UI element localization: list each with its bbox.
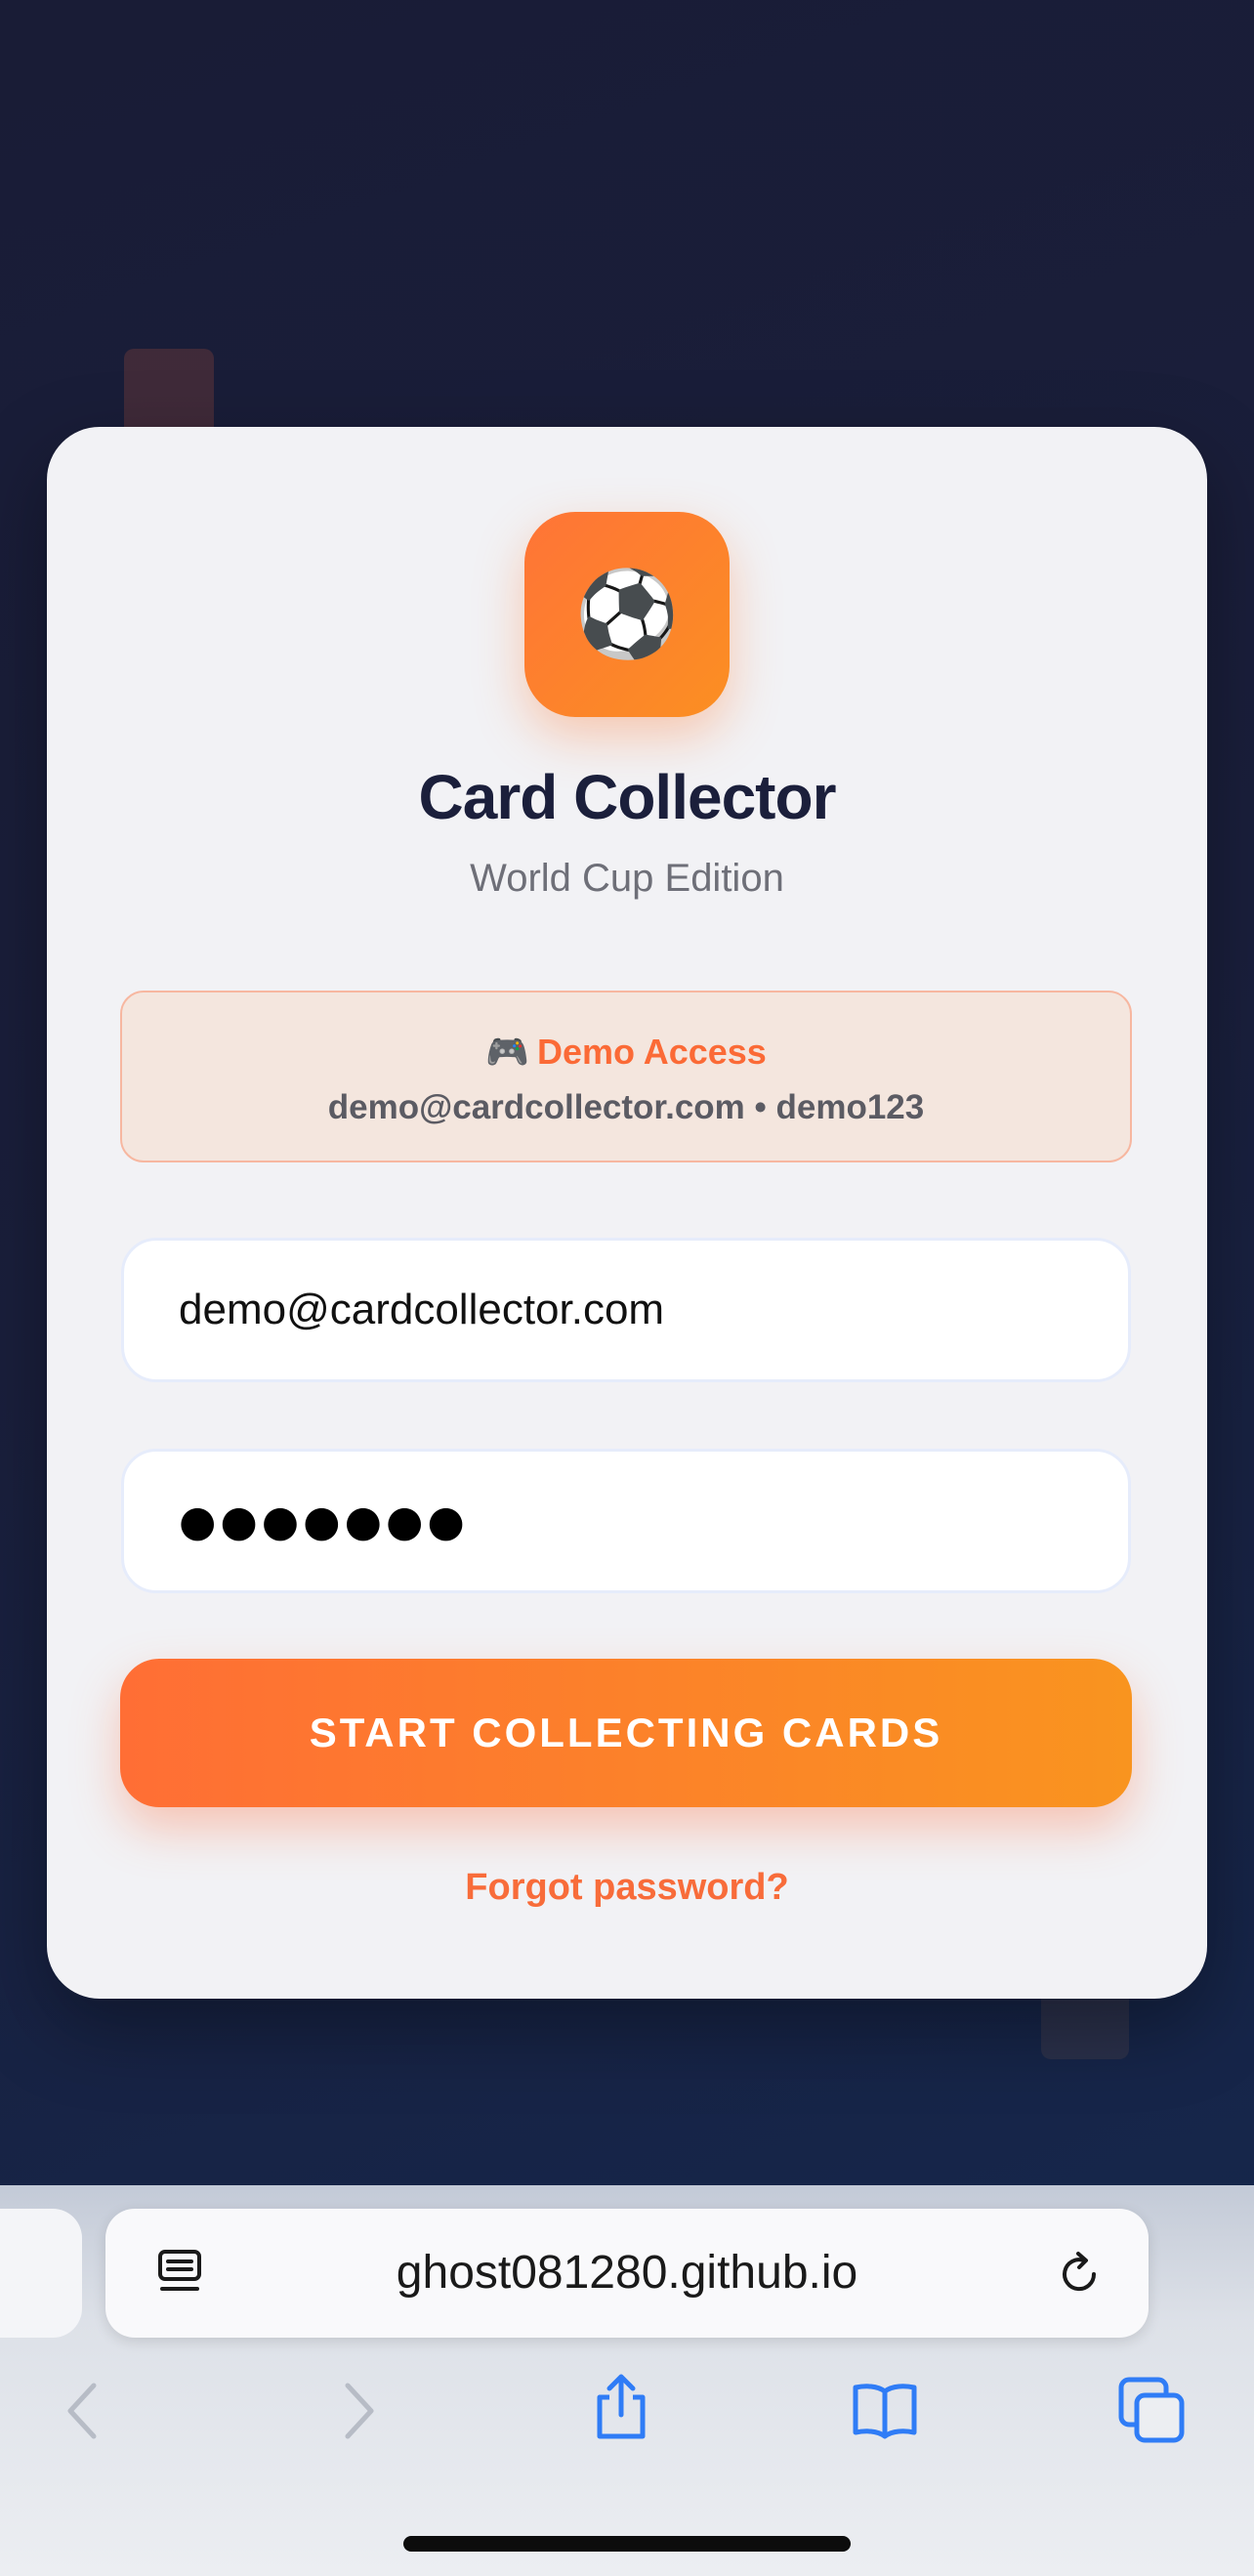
forgot-password-link[interactable]: Forgot password? — [47, 1867, 1207, 1909]
home-indicator[interactable] — [403, 2536, 851, 2552]
back-icon[interactable] — [49, 2376, 119, 2446]
app-title: Card Collector — [418, 762, 837, 832]
app-logo: ⚽ — [524, 512, 730, 717]
game-controller-icon: 🎮 — [485, 1032, 530, 1072]
forward-icon[interactable] — [322, 2376, 393, 2446]
address-bar[interactable]: ghost081280.github.io — [105, 2209, 1149, 2338]
demo-access-heading: 🎮 Demo Access — [122, 1032, 1130, 1073]
background-decoration — [124, 349, 214, 437]
password-value: ●●●●●●● — [179, 1496, 469, 1546]
demo-access-label: Demo Access — [537, 1032, 767, 1072]
reload-icon[interactable] — [1055, 2250, 1104, 2299]
soccer-ball-icon: ⚽ — [574, 568, 680, 661]
email-field[interactable]: demo@cardcollector.com — [121, 1238, 1131, 1382]
screen: ⚽ Card Collector World Cup Edition 🎮 Demo… — [0, 0, 1254, 2576]
previous-tab-preview[interactable] — [0, 2209, 82, 2338]
tabs-icon[interactable] — [1117, 2376, 1188, 2446]
demo-access-banner: 🎮 Demo Access demo@cardcollector.com • de… — [120, 991, 1132, 1162]
email-value: demo@cardcollector.com — [179, 1286, 665, 1333]
app-subtitle: World Cup Edition — [470, 857, 784, 900]
password-field[interactable]: ●●●●●●● — [121, 1449, 1131, 1593]
login-card: ⚽ Card Collector World Cup Edition 🎮 Demo… — [47, 427, 1207, 1999]
url-text: ghost081280.github.io — [396, 2247, 858, 2299]
demo-credentials: demo@cardcollector.com • demo123 — [327, 1088, 925, 1126]
bookmarks-icon[interactable] — [850, 2376, 920, 2446]
start-collecting-button[interactable]: START COLLECTING CARDS — [120, 1659, 1132, 1807]
share-icon[interactable] — [586, 2372, 656, 2442]
